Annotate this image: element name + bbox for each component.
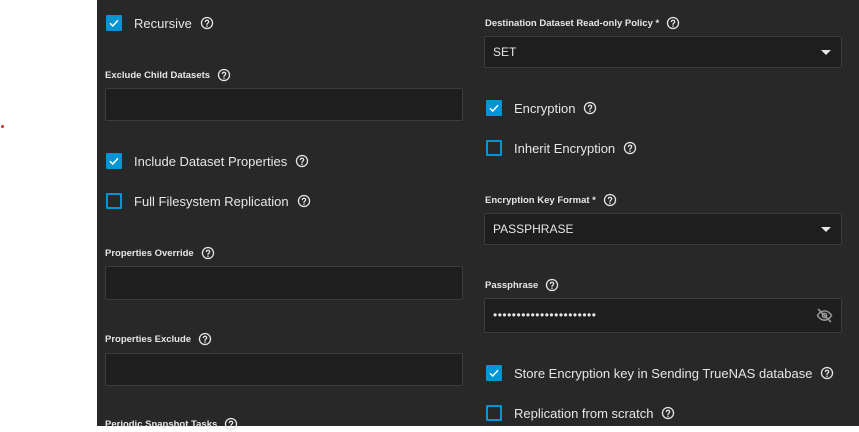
help-circle-icon[interactable] <box>661 406 675 420</box>
readonly-policy-select[interactable]: SET <box>484 36 842 68</box>
full-filesystem-replication-checkbox[interactable] <box>106 193 122 209</box>
exclude-child-datasets-label-text: Exclude Child Datasets <box>105 69 211 81</box>
replication-from-scratch-checkbox[interactable] <box>486 405 502 421</box>
check-icon <box>109 19 119 28</box>
recursive-checkbox-row[interactable]: Recursive <box>106 13 214 33</box>
help-circle-icon[interactable] <box>583 101 597 115</box>
passphrase-label-text: Passphrase <box>485 279 539 291</box>
readonly-policy-label-text: Destination Dataset Read-only Policy * <box>485 17 660 29</box>
passphrase-input[interactable]: •••••••••••••••••••••• <box>484 298 842 333</box>
readonly-policy-value: SET <box>493 45 517 59</box>
properties-override-label-text: Properties Override <box>105 247 194 259</box>
caret-down-icon <box>821 227 831 232</box>
replication-form-panel: Recursive Exclude Child Datasets Include… <box>97 0 859 431</box>
exclude-child-datasets-input[interactable] <box>105 88 463 121</box>
help-circle-icon[interactable] <box>217 68 231 82</box>
encryption-checkbox[interactable] <box>486 100 502 116</box>
include-dataset-properties-row[interactable]: Include Dataset Properties <box>106 151 309 171</box>
check-icon <box>489 369 499 378</box>
eye-off-icon[interactable] <box>816 307 833 324</box>
help-circle-icon[interactable] <box>297 194 311 208</box>
exclude-child-datasets-label: Exclude Child Datasets <box>105 67 231 83</box>
caret-down-icon <box>821 50 831 55</box>
include-dataset-properties-checkbox[interactable] <box>106 153 122 169</box>
passphrase-label: Passphrase <box>485 277 559 293</box>
periodic-snapshot-tasks-label: Periodic Snapshot Tasks <box>105 416 238 432</box>
key-format-select[interactable]: PASSPHRASE <box>484 213 842 245</box>
help-circle-icon[interactable] <box>200 16 214 30</box>
help-circle-icon[interactable] <box>224 417 238 431</box>
properties-override-input[interactable] <box>105 266 463 300</box>
left-margin <box>0 0 97 426</box>
replication-from-scratch-row[interactable]: Replication from scratch <box>486 403 675 423</box>
help-circle-icon[interactable] <box>295 154 309 168</box>
store-key-row[interactable]: Store Encryption key in Sending TrueNAS … <box>486 363 834 383</box>
inherit-encryption-checkbox[interactable] <box>486 140 502 156</box>
check-icon <box>489 104 499 113</box>
readonly-policy-label: Destination Dataset Read-only Policy * <box>485 15 680 31</box>
full-filesystem-replication-label: Full Filesystem Replication <box>134 193 289 209</box>
properties-override-label: Properties Override <box>105 245 215 261</box>
key-format-label: Encryption Key Format * <box>485 192 617 208</box>
properties-exclude-input[interactable] <box>105 353 463 386</box>
inherit-encryption-label: Inherit Encryption <box>514 140 616 156</box>
help-circle-icon[interactable] <box>666 16 680 30</box>
recursive-checkbox[interactable] <box>106 15 122 31</box>
help-circle-icon[interactable] <box>198 332 212 346</box>
inherit-encryption-row[interactable]: Inherit Encryption <box>486 138 637 158</box>
store-key-checkbox[interactable] <box>486 365 502 381</box>
periodic-snapshot-tasks-label-text: Periodic Snapshot Tasks <box>105 418 218 430</box>
help-circle-icon[interactable] <box>623 141 637 155</box>
help-circle-icon[interactable] <box>820 366 834 380</box>
key-format-label-text: Encryption Key Format * <box>485 194 596 206</box>
encryption-label: Encryption <box>514 100 576 116</box>
check-icon <box>109 157 119 166</box>
encryption-row[interactable]: Encryption <box>486 98 597 118</box>
help-circle-icon[interactable] <box>201 246 215 260</box>
help-circle-icon[interactable] <box>603 193 617 207</box>
key-format-value: PASSPHRASE <box>493 222 574 236</box>
help-circle-icon[interactable] <box>545 278 559 292</box>
recursive-label: Recursive <box>134 15 192 31</box>
properties-exclude-label: Properties Exclude <box>105 331 212 347</box>
properties-exclude-label-text: Properties Exclude <box>105 333 192 345</box>
replication-from-scratch-label: Replication from scratch <box>514 405 654 421</box>
marker-dot <box>1 125 4 128</box>
include-dataset-properties-label: Include Dataset Properties <box>134 153 288 169</box>
full-filesystem-replication-row[interactable]: Full Filesystem Replication <box>106 191 311 211</box>
store-key-label: Store Encryption key in Sending TrueNAS … <box>514 365 813 381</box>
passphrase-value: •••••••••••••••••••••• <box>493 308 597 322</box>
